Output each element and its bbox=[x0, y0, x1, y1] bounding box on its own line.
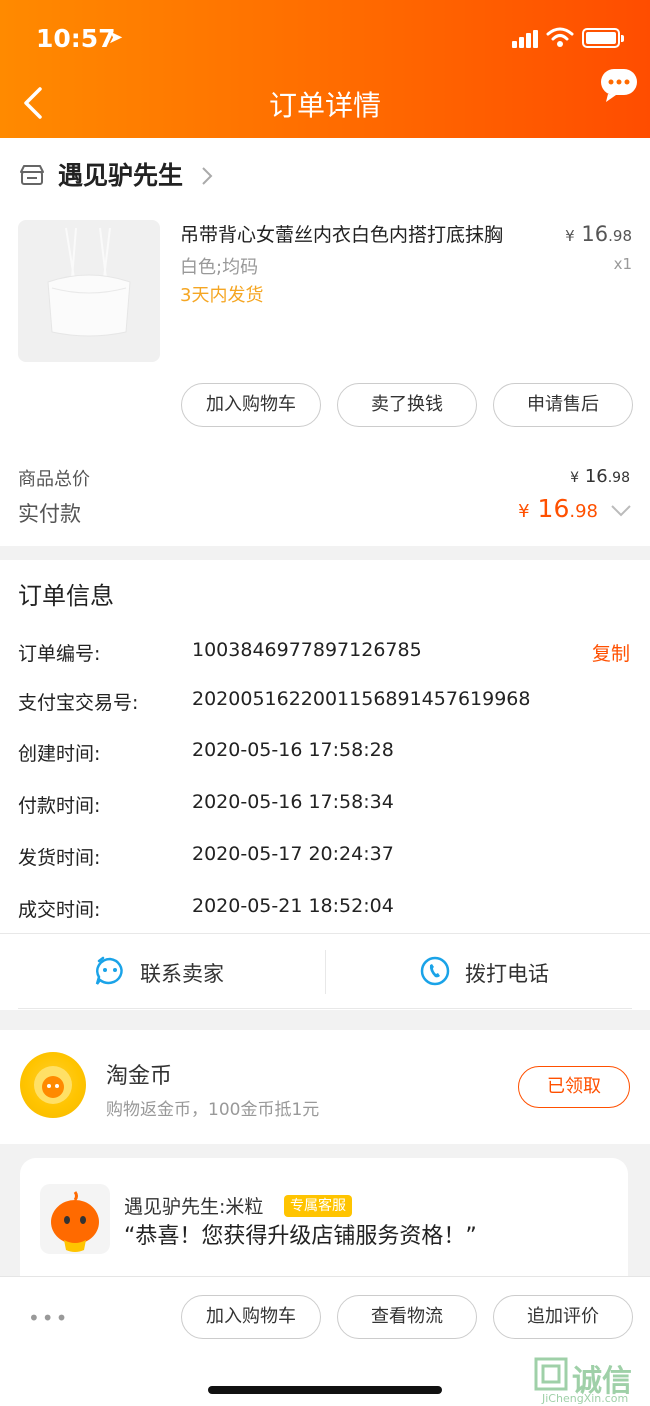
order-number-value: 1003846977897126785 bbox=[192, 639, 422, 661]
smile-chat-icon[interactable] bbox=[94, 956, 126, 986]
goods-total-label: 商品总价 bbox=[18, 469, 90, 490]
service-agent-name: 遇见驴先生:米粒 bbox=[124, 1196, 264, 1218]
completed-time-value: 2020-05-21 18:52:04 bbox=[192, 895, 394, 917]
currency-symbol: ¥ bbox=[565, 227, 575, 245]
coin-title: 淘金币 bbox=[106, 1064, 173, 1089]
goods-total-decimal: .98 bbox=[607, 470, 630, 486]
paid-time-label: 付款时间: bbox=[18, 795, 101, 817]
divider bbox=[325, 950, 326, 994]
battery-icon bbox=[582, 28, 624, 48]
bottom-add-to-cart-button[interactable]: 加入购物车 bbox=[181, 1295, 321, 1339]
home-indicator[interactable] bbox=[208, 1386, 442, 1394]
call-button[interactable]: 拨打电话 bbox=[465, 958, 549, 988]
wifi-icon bbox=[546, 27, 574, 47]
price-integer: 16 bbox=[581, 222, 609, 246]
message-bubble-icon[interactable] bbox=[600, 68, 638, 106]
order-info-title: 订单信息 bbox=[18, 582, 114, 610]
phone-icon[interactable] bbox=[420, 956, 450, 986]
currency-symbol: ¥ bbox=[570, 470, 580, 486]
status-time: 10:57 bbox=[36, 24, 116, 53]
paid-decimal: .98 bbox=[569, 501, 598, 522]
cellular-signal-icon bbox=[512, 30, 538, 48]
location-arrow-icon: ➤ bbox=[108, 27, 124, 48]
after-sale-button[interactable]: 申请售后 bbox=[493, 383, 633, 427]
paid-time-value: 2020-05-16 17:58:34 bbox=[192, 791, 394, 813]
copy-button[interactable]: 复制 bbox=[592, 639, 630, 666]
goods-total-value: ¥ 16.98 bbox=[570, 466, 630, 487]
completed-time-label: 成交时间: bbox=[18, 899, 101, 921]
order-info-card bbox=[0, 560, 650, 1010]
store-icon bbox=[20, 165, 44, 185]
product-price: ¥ 16.98 bbox=[565, 222, 632, 246]
add-to-cart-button[interactable]: 加入购物车 bbox=[181, 383, 321, 427]
order-number-label: 订单编号: bbox=[18, 643, 101, 665]
price-decimal: .98 bbox=[608, 227, 632, 245]
chevron-right-icon[interactable] bbox=[200, 166, 214, 186]
divider bbox=[18, 1008, 632, 1009]
more-options-icon[interactable]: ••• bbox=[28, 1306, 69, 1330]
service-message: “恭喜！您获得升级店铺服务资格！” bbox=[124, 1224, 477, 1249]
add-review-button[interactable]: 追加评价 bbox=[493, 1295, 633, 1339]
alipay-trade-label: 支付宝交易号: bbox=[18, 692, 139, 714]
paid-value: ¥ 16.98 bbox=[518, 494, 598, 523]
shipping-note: 3天内发货 bbox=[180, 285, 264, 306]
service-avatar bbox=[40, 1184, 110, 1254]
shipped-time-label: 发货时间: bbox=[18, 847, 101, 869]
camisole-image bbox=[47, 227, 131, 337]
page-title: 订单详情 bbox=[268, 89, 381, 122]
alipay-trade-value: 2020051622001156891457619968 bbox=[192, 688, 531, 710]
mascot-face-icon bbox=[42, 1076, 64, 1098]
resell-button[interactable]: 卖了换钱 bbox=[337, 383, 477, 427]
claimed-button[interactable]: 已领取 bbox=[518, 1066, 630, 1108]
product-name[interactable]: 吊带背心女蕾丝内衣白色内搭打底抹胸 bbox=[180, 220, 503, 247]
watermark-logo-icon bbox=[534, 1357, 568, 1391]
paid-label: 实付款 bbox=[18, 502, 81, 526]
goods-total-integer: 16 bbox=[584, 466, 608, 487]
taojinbi-coin-icon bbox=[20, 1052, 86, 1118]
created-time-label: 创建时间: bbox=[18, 743, 101, 765]
shipped-time-value: 2020-05-17 20:24:37 bbox=[192, 843, 394, 865]
product-card: 遇见驴先生 吊带背心女蕾丝内衣白色内搭打底抹胸 白色;均码 3天内发货 ¥ 16… bbox=[0, 138, 650, 546]
view-logistics-button[interactable]: 查看物流 bbox=[337, 1295, 477, 1339]
watermark-site: JiChengXin.com bbox=[542, 1392, 629, 1405]
shop-name[interactable]: 遇见驴先生 bbox=[58, 156, 183, 192]
coin-face-icon bbox=[34, 1066, 72, 1104]
product-image[interactable] bbox=[18, 220, 160, 362]
divider bbox=[0, 933, 650, 934]
product-spec: 白色;均码 bbox=[180, 257, 259, 278]
contact-seller-button[interactable]: 联系卖家 bbox=[140, 958, 224, 988]
header: 10:57 ➤ 订单详情 bbox=[0, 0, 650, 138]
paid-integer: 16 bbox=[537, 494, 570, 523]
product-quantity: x1 bbox=[613, 255, 632, 273]
service-badge: 专属客服 bbox=[284, 1195, 352, 1217]
coin-subtitle: 购物返金币，100金币抵1元 bbox=[106, 1100, 320, 1120]
mascot-avatar-icon bbox=[51, 1191, 99, 1252]
currency-symbol: ¥ bbox=[518, 501, 530, 522]
created-time-value: 2020-05-16 17:58:28 bbox=[192, 739, 394, 761]
chevron-down-icon[interactable] bbox=[610, 504, 632, 518]
